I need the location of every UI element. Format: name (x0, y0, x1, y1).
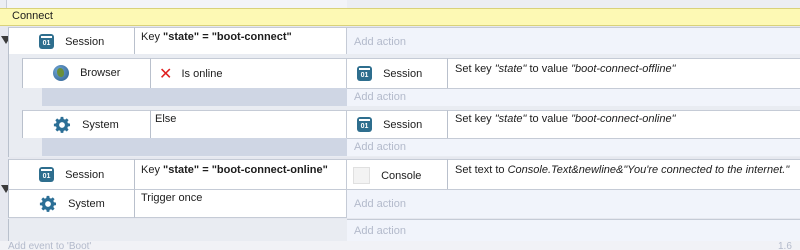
action-value: "boot-connect-online" (571, 113, 676, 125)
subevent-condition-object[interactable]: System (22, 110, 150, 138)
action-prefix: Set key (455, 63, 495, 75)
action-mid: to value (526, 113, 572, 125)
condition-op: = (199, 31, 212, 43)
footer-right-text: 1.6 (778, 241, 792, 250)
object-name: Session (65, 168, 105, 181)
add-action-link[interactable]: Add action (354, 141, 406, 153)
condition-value: "boot-connect-online" (211, 164, 328, 176)
gear-icon (39, 195, 57, 212)
browser-globe-icon (53, 65, 69, 81)
event-condition-object[interactable]: System (8, 189, 134, 218)
add-action-link[interactable]: Add action (354, 91, 406, 103)
object-name: System (82, 119, 119, 131)
condition-key: "state" (163, 31, 200, 43)
session-object-icon: 01 (357, 117, 372, 132)
action-text[interactable]: Set key "state" to value "boot-connect-o… (447, 58, 800, 88)
blank-event-conditions[interactable] (8, 219, 347, 241)
add-action-link[interactable]: Add action (354, 36, 406, 48)
event-condition-text[interactable]: Key "state" = "boot-connect" (134, 27, 347, 54)
action-expression: Console.Text&newline&"You're connected t… (507, 164, 790, 176)
object-name: Session (383, 67, 423, 80)
add-action-link[interactable]: Add action (354, 198, 406, 210)
event-condition-object[interactable]: 01 Session (8, 159, 134, 189)
footer-bar: Add event to 'Boot' 1.6 (0, 241, 800, 250)
x-icon: ✕ (159, 66, 173, 83)
object-name: Session (383, 118, 423, 131)
top-strip-segment (6, 0, 347, 8)
condition-drop-area[interactable] (42, 88, 347, 106)
group-header[interactable]: Connect (0, 8, 800, 26)
action-key: "state" (494, 113, 527, 125)
condition-value: "boot-connect" (211, 31, 292, 43)
subevent-condition-text[interactable]: Else (150, 110, 347, 138)
action-mid: to value (526, 63, 572, 75)
session-object-icon: 01 (39, 34, 54, 49)
action-object[interactable]: 01 Session (347, 58, 447, 88)
object-name: System (68, 198, 105, 210)
add-action-row[interactable]: Add action (347, 138, 800, 156)
action-text[interactable]: Set text to Console.Text&newline&"You're… (447, 159, 800, 189)
event-condition-text[interactable]: Trigger once (134, 189, 347, 218)
condition-text: Trigger once (141, 192, 203, 204)
object-name: Browser (80, 67, 121, 79)
action-prefix: Set key (455, 113, 495, 125)
add-action-row[interactable]: Add action (347, 189, 800, 218)
condition-prefix: Key (141, 31, 164, 43)
session-object-icon: 01 (357, 66, 372, 81)
object-name: Console (381, 169, 422, 182)
action-object[interactable]: 01 Session (347, 110, 447, 138)
add-action-row[interactable]: Add action (347, 27, 800, 54)
session-object-icon: 01 (39, 167, 54, 182)
gear-icon (53, 116, 71, 133)
condition-text: Is online (181, 68, 223, 80)
action-object[interactable]: Console (347, 159, 447, 189)
condition-key: "state" (163, 164, 200, 176)
condition-drop-area[interactable] (42, 138, 347, 156)
action-value: "boot-connect-offline" (571, 63, 676, 75)
add-action-row[interactable]: Add action (347, 219, 800, 241)
group-title: Connect (12, 10, 53, 22)
condition-prefix: Key (141, 164, 164, 176)
subevent-condition-object[interactable]: Browser (22, 58, 150, 88)
add-action-link[interactable]: Add action (354, 225, 406, 237)
condition-op: = (199, 164, 212, 176)
object-name: Session (65, 35, 105, 48)
add-event-link[interactable]: Add event to 'Boot' (8, 241, 91, 250)
action-key: "state" (494, 63, 527, 75)
console-icon (353, 167, 370, 184)
condition-text: Else (155, 113, 177, 125)
event-condition-object[interactable]: 01 Session (8, 27, 134, 54)
top-strip (0, 0, 800, 8)
action-text[interactable]: Set key "state" to value "boot-connect-o… (447, 110, 800, 138)
add-action-row[interactable]: Add action (347, 88, 800, 106)
subevent-condition-text[interactable]: ✕ Is online (150, 58, 347, 88)
action-prefix: Set text to (455, 164, 508, 176)
event-condition-text[interactable]: Key "state" = "boot-connect-online" (134, 159, 347, 189)
